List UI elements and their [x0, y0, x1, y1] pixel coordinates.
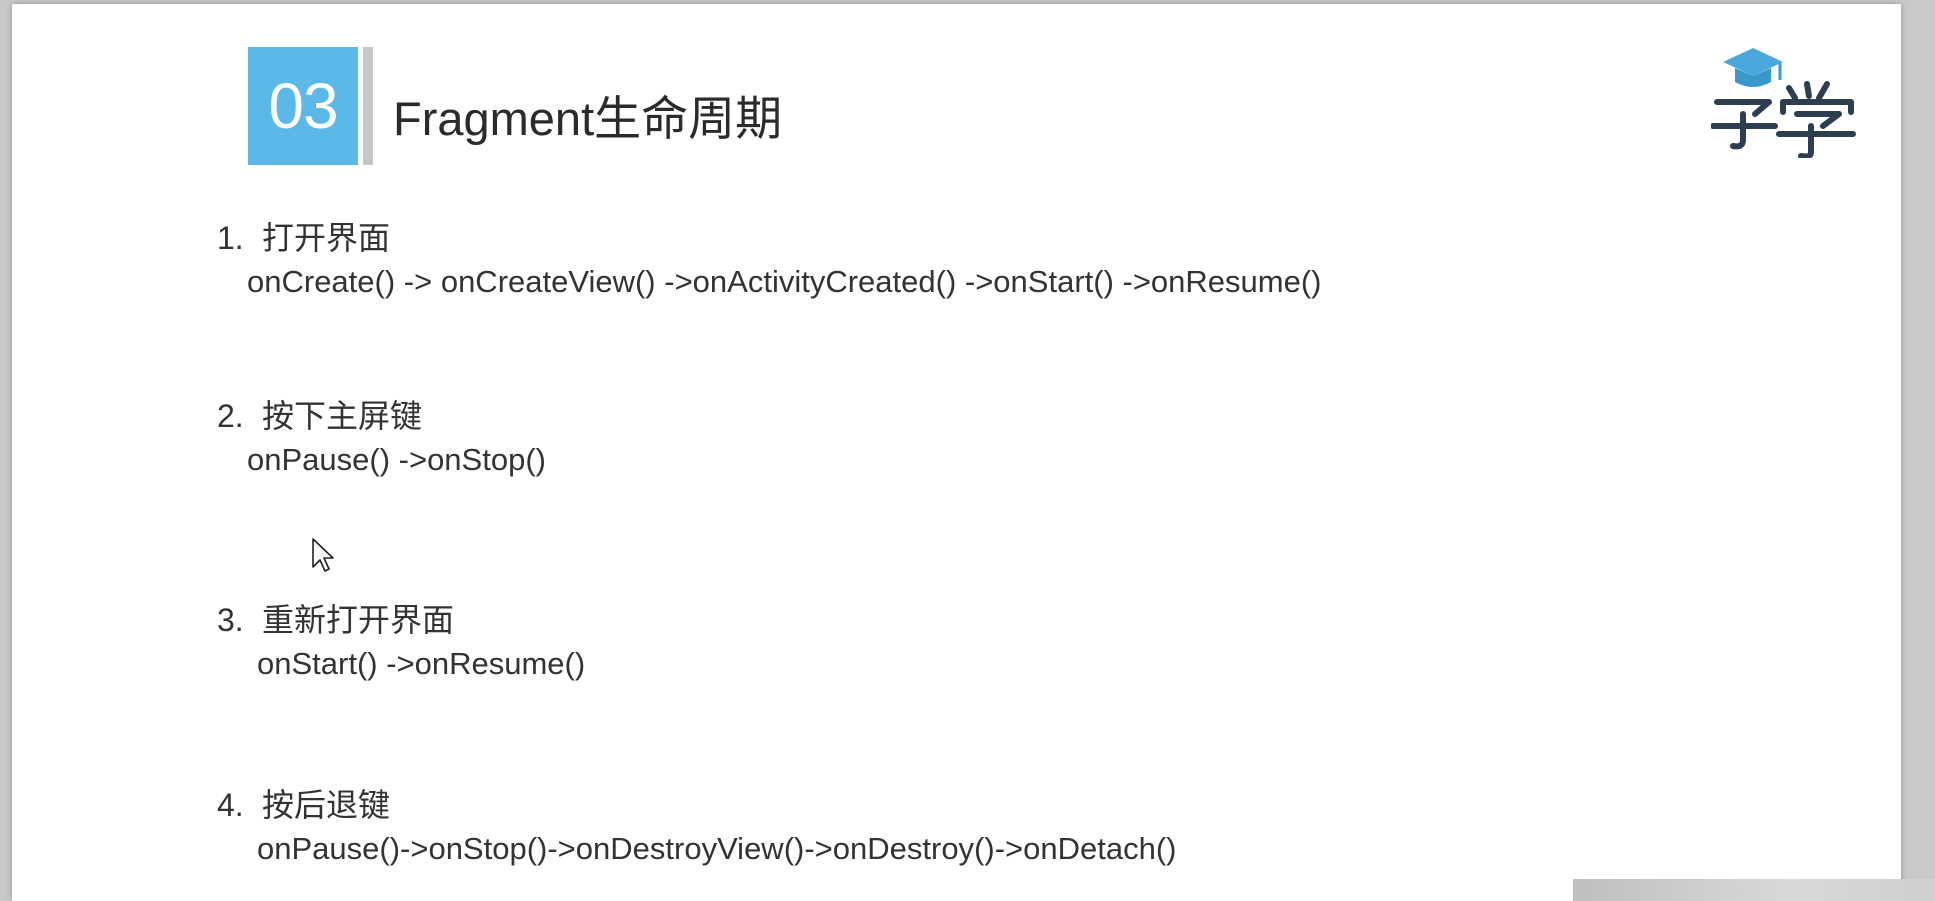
mouse-pointer-icon — [312, 538, 334, 572]
slide: 03 Fragment生命周期 1. 打开界面 onCreate() -> onC… — [12, 4, 1901, 901]
lifecycle-item-open: 1. 打开界面 onCreate() -> onCreateView() ->on… — [217, 218, 1322, 302]
lifecycle-item-home: 2. 按下主屏键 onPause() ->onStop() — [217, 396, 546, 480]
item-callbacks: onPause()->onStop()->onDestroyView()->on… — [257, 831, 1177, 866]
item-number: 4. — [217, 787, 244, 823]
item-callbacks: onStart() ->onResume() — [257, 646, 586, 681]
slide-title: Fragment生命周期 — [393, 92, 783, 145]
item-heading: 重新打开界面 — [262, 602, 455, 638]
item-callbacks: onPause() ->onStop() — [247, 442, 546, 477]
item-heading: 打开界面 — [262, 220, 391, 256]
item-number: 2. — [217, 398, 244, 434]
section-number-badge: 03 — [248, 47, 358, 165]
item-heading: 按下主屏键 — [262, 398, 423, 434]
item-number: 3. — [217, 602, 244, 638]
item-callbacks: onCreate() -> onCreateView() ->onActivit… — [247, 264, 1322, 299]
lifecycle-item-back: 4. 按后退键 onPause()->onStop()->onDestroyVie… — [217, 785, 1176, 869]
item-heading: 按后退键 — [262, 787, 391, 823]
section-divider-bar — [363, 47, 373, 165]
horizontal-scrollbar[interactable] — [1573, 879, 1935, 901]
graduation-cap-xuexue-logo — [1711, 48, 1856, 158]
lifecycle-item-reopen: 3. 重新打开界面 onStart() ->onResume() — [217, 600, 585, 684]
item-number: 1. — [217, 220, 244, 256]
